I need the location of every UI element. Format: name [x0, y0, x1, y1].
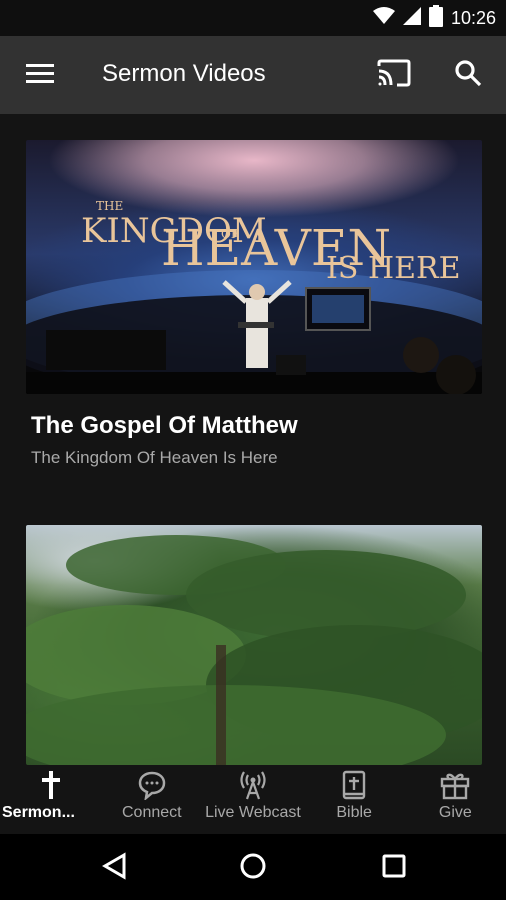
- nav-item-give[interactable]: Give: [405, 766, 506, 834]
- chat-bubble-icon: [137, 770, 167, 800]
- cross-icon: [41, 770, 61, 800]
- recents-square-icon: [382, 854, 406, 883]
- tree-photo: [26, 535, 482, 765]
- nav-item-sermons[interactable]: Sermon...: [0, 766, 101, 834]
- sermon-title: The Gospel Of Matthew: [31, 412, 298, 439]
- back-button[interactable]: [94, 848, 134, 888]
- cell-signal-icon: [402, 6, 421, 30]
- nav-item-bible[interactable]: Bible: [304, 766, 405, 834]
- thumbnail-text-is-here: IS HERE: [326, 251, 461, 286]
- sermon-subtitle: The Kingdom Of Heaven Is Here: [31, 448, 278, 467]
- hamburger-menu-icon: [26, 62, 54, 89]
- nav-item-connect[interactable]: Connect: [101, 766, 202, 834]
- nav-label-bible: Bible: [336, 804, 372, 821]
- thumbnail-artwork: KINGDOM THE OF HEAVEN IS HERE: [26, 199, 482, 394]
- search-button[interactable]: [448, 56, 488, 94]
- thumbnail-text-the: THE: [96, 199, 123, 213]
- cast-icon: [377, 59, 411, 92]
- home-button[interactable]: [233, 848, 273, 888]
- nav-label-live-webcast: Live Webcast: [205, 804, 301, 821]
- search-icon: [454, 59, 482, 92]
- back-triangle-icon: [101, 851, 127, 885]
- system-navigation-bar: [0, 834, 506, 900]
- sermon-card[interactable]: [26, 525, 482, 765]
- battery-icon: [428, 4, 443, 32]
- menu-button[interactable]: [22, 58, 58, 92]
- status-icons: 10:26: [372, 0, 496, 36]
- broadcast-tower-icon: [238, 770, 268, 800]
- cast-button[interactable]: [374, 56, 414, 94]
- bottom-navigation: Sermon... Connect Live Webcast Bible Giv…: [0, 766, 506, 834]
- gift-icon: [440, 770, 470, 800]
- nav-label-connect: Connect: [121, 804, 182, 821]
- bible-icon: [342, 770, 366, 800]
- sermon-thumbnail[interactable]: [26, 525, 482, 765]
- recents-button[interactable]: [374, 848, 414, 888]
- sermon-thumbnail[interactable]: KINGDOM THE OF HEAVEN IS HERE: [26, 140, 482, 394]
- sermon-list: KINGDOM THE OF HEAVEN IS HERE The Gospel…: [0, 114, 506, 766]
- nav-label-sermons: Sermon...: [2, 804, 75, 821]
- home-circle-icon: [239, 852, 267, 885]
- sermon-card[interactable]: KINGDOM THE OF HEAVEN IS HERE The Gospel…: [26, 140, 482, 468]
- app-bar: Sermon Videos: [0, 36, 506, 114]
- nav-item-live-webcast[interactable]: Live Webcast: [202, 766, 303, 834]
- wifi-icon: [372, 6, 395, 30]
- status-bar: 10:26: [0, 0, 506, 36]
- page-title: Sermon Videos: [102, 60, 266, 87]
- status-time: 10:26: [450, 7, 496, 28]
- nav-label-give: Give: [438, 804, 472, 821]
